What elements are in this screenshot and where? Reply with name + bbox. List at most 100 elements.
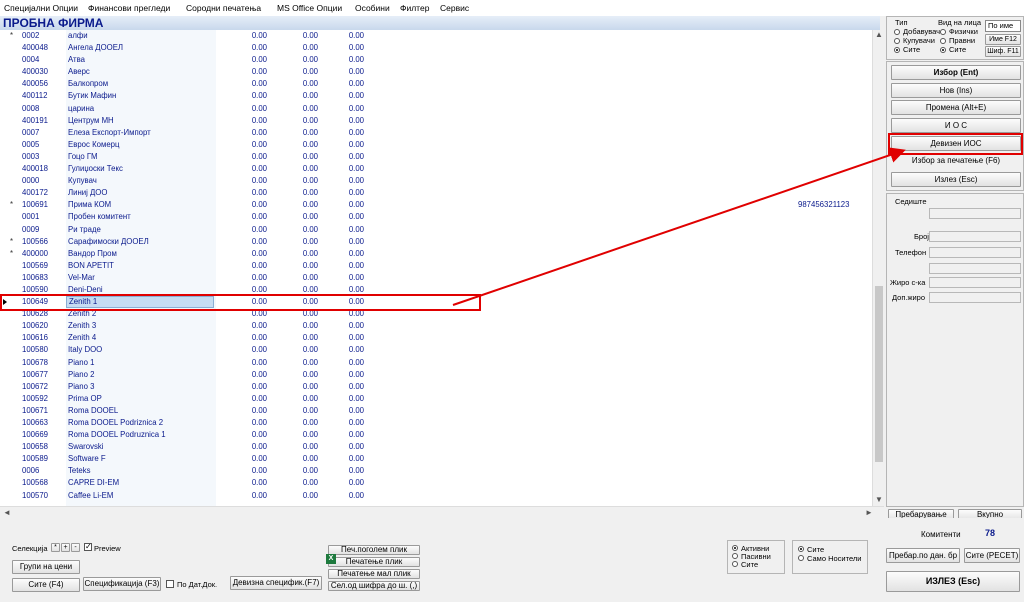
client-code: 100678 [22,357,49,367]
table-row[interactable]: 0006 Teteks 0.00 0.00 0.00 [0,465,872,477]
table-row[interactable]: 100678 Piano 1 0.00 0.00 0.00 [0,357,872,369]
select-all-icon[interactable]: * [51,543,60,552]
table-row[interactable]: 0004 Атва 0.00 0.00 0.00 [0,54,872,66]
value-3: 0.00 [348,115,364,125]
vertical-scrollbar[interactable]: ▲ ▼ [872,30,884,506]
table-row[interactable]: 0008 царина 0.00 0.00 0.00 [0,103,872,115]
all-f4-button[interactable]: Сите (F4) [12,578,80,592]
value-3: 0.00 [348,151,364,161]
vid-radio-2[interactable] [940,47,946,53]
carriers-all-radio[interactable] [798,546,804,552]
table-row[interactable]: 400018 Гулиџоски Текс 0.00 0.00 0.00 [0,163,872,175]
table-row[interactable]: 0005 Еврос Комерц 0.00 0.00 0.00 [0,139,872,151]
table-row[interactable]: * 0002 алфи 0.00 0.00 0.00 [0,30,872,42]
table-row[interactable]: 100568 CAPRE DI-EM 0.00 0.00 0.00 [0,477,872,489]
exit-button[interactable]: ИЗЛЕЗ (Esc) [886,571,1020,592]
table-row[interactable]: 400112 Бутик Мафин 0.00 0.00 0.00 [0,90,872,102]
client-name: BON APETIT [68,260,114,270]
table-row[interactable]: 0003 Гоцо ГМ 0.00 0.00 0.00 [0,151,872,163]
table-row[interactable]: 0001 Пробен комитент 0.00 0.00 0.00 [0,211,872,223]
table-row[interactable]: * 400000 Вандор Пром 0.00 0.00 0.00 [0,248,872,260]
name-f12-button[interactable]: Име F12 [985,34,1021,45]
menu-ms-office-opcii[interactable]: MS Office Опции [277,3,342,13]
value-1: 0.00 [251,369,267,379]
table-row[interactable]: 400056 Балкопром 0.00 0.00 0.00 [0,78,872,90]
client-name: Вандор Пром [68,248,117,258]
value-1: 0.00 [251,115,267,125]
search-by-tax-button[interactable]: Пребар.по дан. бр [886,548,960,563]
code-f11-button[interactable]: Шиф. F11 [985,46,1021,57]
table-row[interactable]: 100570 Caffee Li-EM 0.00 0.00 0.00 [0,490,872,502]
table-row[interactable]: 100663 Roma DOOEL Podriznica 2 0.00 0.00 0.0… [0,417,872,429]
by-name-field[interactable]: По име [985,20,1021,32]
table-row[interactable]: 100616 Zenith 4 0.00 0.00 0.00 [0,332,872,344]
foreign-spec-button[interactable]: Девизна специфик.(F7) [230,576,322,590]
scroll-down-icon[interactable]: ▼ [875,495,883,504]
scroll-left-icon[interactable]: ◄ [3,508,11,517]
table-row[interactable]: 100669 Roma DOOEL Podruznica 1 0.00 0.00 0.0… [0,429,872,441]
po-dat-dok-checkbox[interactable] [166,580,174,588]
table-row[interactable]: 100569 BON APETIT 0.00 0.00 0.00 [0,260,872,272]
edit-button[interactable]: Промена (Alt+E) [891,100,1021,115]
table-row[interactable]: 100671 Roma DOOEL 0.00 0.00 0.00 [0,405,872,417]
price-groups-button[interactable]: Групи на цени [12,560,80,574]
table-row[interactable]: 100580 Italy DOO 0.00 0.00 0.00 [0,344,872,356]
carriers-only-radio[interactable] [798,555,804,561]
table-row[interactable]: 100677 Piano 2 0.00 0.00 0.00 [0,369,872,381]
table-row[interactable]: 0000 Купувач 0.00 0.00 0.00 [0,175,872,187]
menu-servis[interactable]: Сервис [440,3,469,13]
select-minus-icon[interactable]: - [71,543,80,552]
client-code: 400191 [22,115,49,125]
specification-button[interactable]: Спецификација (F3) [83,577,161,591]
value-3: 0.00 [348,55,364,65]
scroll-right-icon[interactable]: ► [865,508,873,517]
new-button[interactable]: Нов (Ins) [891,83,1021,98]
print-large-envelope-button[interactable]: Печ.поголем плик [328,545,420,555]
select-from-code-button[interactable]: Сел.од шифра до ш. (,) [328,581,420,591]
vid-radio-1[interactable] [940,38,946,44]
reset-all-button[interactable]: Сите (РЕСЕТ) [964,548,1020,563]
print-selection-button[interactable]: Избор за печатење (F6) [891,154,1021,169]
table-row[interactable]: 100592 Prima OP 0.00 0.00 0.00 [0,393,872,405]
izbor-button[interactable]: Избор (Ent) [891,65,1021,80]
menu-sorodni-pecatenja[interactable]: Сородни печатења [186,3,261,13]
table-row[interactable]: 100589 Software F 0.00 0.00 0.00 [0,453,872,465]
horizontal-scrollbar[interactable]: ◄ ► [0,506,884,518]
menu-specijalni-opcii[interactable]: Специјални Опции [4,3,78,13]
table-row[interactable]: 0007 Елеза Експорт-Импорт 0.00 0.00 0.00 [0,127,872,139]
scroll-up-icon[interactable]: ▲ [875,30,883,39]
preview-checkbox[interactable] [84,542,92,551]
status-active-radio[interactable] [732,545,738,551]
tip-radio-1[interactable] [894,38,900,44]
print-small-envelope-button[interactable]: Печатење мал плик [328,569,420,579]
client-code: 0008 [22,103,40,113]
exit-button-small[interactable]: Излез (Esc) [891,172,1021,187]
table-row[interactable]: 100658 Swarovski 0.00 0.00 0.00 [0,441,872,453]
excel-icon[interactable]: X [326,554,336,564]
tip-radio-2[interactable] [894,47,900,53]
table-row[interactable]: 400048 Ангела ДООЕЛ 0.00 0.00 0.00 [0,42,872,54]
print-envelope-button[interactable]: Печатење плик [328,557,420,567]
table-row[interactable]: * 100691 Прима КОМ 0.00 0.00 0.00 987456321123 [0,199,872,211]
vid-radio-0[interactable] [940,29,946,35]
menu-finansovi-pregledi[interactable]: Финансови прегледи [88,3,170,13]
table-row[interactable]: * 100566 Сарафимоски ДООЕЛ 0.00 0.00 0.00 [0,236,872,248]
value-1: 0.00 [251,466,267,476]
menu-osobini[interactable]: Особини [355,3,390,13]
table-row[interactable]: 100620 Zenith 3 0.00 0.00 0.00 [0,320,872,332]
table-row[interactable]: 400191 Центрум МН 0.00 0.00 0.00 [0,115,872,127]
tip-radio-0[interactable] [894,29,900,35]
menu-filter[interactable]: Филтер [400,3,429,13]
status-all-radio[interactable] [732,561,738,567]
table-row[interactable]: 400030 Аверс 0.00 0.00 0.00 [0,66,872,78]
table-row[interactable]: 0009 Ри траде 0.00 0.00 0.00 [0,224,872,236]
status-passive-radio[interactable] [732,553,738,559]
table-row[interactable]: 100683 Vel-Mar 0.00 0.00 0.00 [0,272,872,284]
status-radio-group: Активни Пасивни Сите [727,540,785,574]
scrollbar-thumb[interactable] [875,286,883,462]
table-row[interactable]: 100672 Piano 3 0.00 0.00 0.00 [0,381,872,393]
select-plus-icon[interactable]: + [61,543,70,552]
ios-button[interactable]: И О С [891,118,1021,133]
value-2: 0.00 [302,321,318,331]
table-row[interactable]: 400172 Линиј ДОО 0.00 0.00 0.00 [0,187,872,199]
